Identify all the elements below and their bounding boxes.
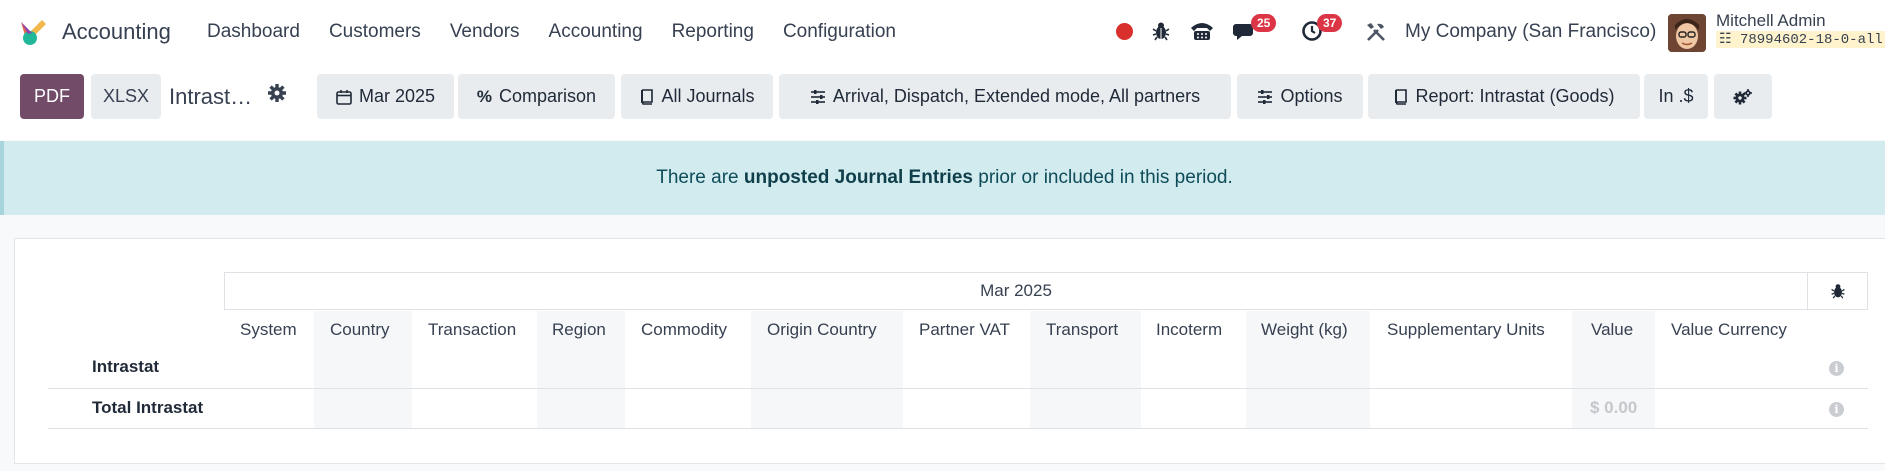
column-header-region[interactable]: Region [552,320,606,340]
menu-reporting[interactable]: Reporting [672,21,754,43]
date-filter-label: Mar 2025 [358,86,436,106]
tools-icon[interactable] [1365,21,1387,43]
report-variant-label: Report: Intrastat (Goods) [1415,86,1615,106]
messages-count-badge: 25 [1251,14,1277,32]
control-panel: PDF XLSX Intrast… Mar 2025 % Comparison … [0,64,1885,140]
company-switcher[interactable]: My Company (San Francisco) [1405,21,1656,43]
period-column-header: Mar 2025 [224,272,1808,310]
info-icon[interactable]: i [1829,402,1844,417]
activities-count-badge: 37 [1317,14,1343,32]
report-title: Intrast… [169,84,253,109]
user-name[interactable]: Mitchell Admin [1716,11,1826,31]
currency-button[interactable]: In .$ [1644,74,1708,119]
main-menu: Dashboard Customers Vendors Accounting R… [207,0,925,64]
journals-filter-label: All Journals [661,86,755,106]
row-label-intrastat[interactable]: Intrastat [92,357,159,377]
column-header-partner-vat[interactable]: Partner VAT [919,320,1010,340]
recording-indicator-icon[interactable] [1116,23,1133,40]
column-header-country[interactable]: Country [330,320,390,340]
report-variant-button[interactable]: Report: Intrastat (Goods) [1368,74,1640,119]
user-avatar[interactable] [1668,14,1706,52]
gear-icon[interactable] [267,83,287,103]
xlsx-button[interactable]: XLSX [91,74,161,119]
unposted-entries-link[interactable]: unposted Journal Entries [744,167,973,189]
book-icon [641,88,654,105]
column-header-value-currency[interactable]: Value Currency [1671,320,1787,340]
book-icon [1395,88,1408,105]
unposted-entries-alert: There are unposted Journal Entries prior… [0,141,1885,215]
total-value-cell: $ 0.00 [1590,398,1638,417]
percent-icon: % [476,86,493,106]
calendar-icon [336,89,352,105]
row-divider [48,428,1868,429]
column-header-commodity[interactable]: Commodity [641,320,727,340]
menu-configuration[interactable]: Configuration [783,21,896,43]
menu-accounting[interactable]: Accounting [549,21,643,43]
sliders-icon [810,89,825,104]
column-header-weight[interactable]: Weight (kg) [1261,320,1348,340]
debug-column-cell[interactable] [1808,272,1868,310]
column-header-incoterm[interactable]: Incoterm [1156,320,1222,340]
partner-filter-button[interactable]: Arrival, Dispatch, Extended mode, All pa… [779,74,1231,119]
options-button[interactable]: Options [1237,74,1363,119]
menu-customers[interactable]: Customers [329,21,421,43]
alert-prefix: There are [656,167,739,188]
top-navbar: Accounting Dashboard Customers Vendors A… [0,0,1885,64]
info-icon[interactable]: i [1829,361,1844,376]
journals-filter-button[interactable]: All Journals [621,74,773,119]
row-divider [48,388,1868,389]
database-icon: ☷ [1719,32,1732,48]
date-filter-button[interactable]: Mar 2025 [317,74,454,119]
sliders-icon [1258,89,1273,104]
phone-icon[interactable] [1189,20,1215,42]
app-name[interactable]: Accounting [62,19,171,45]
menu-vendors[interactable]: Vendors [450,21,520,43]
cogs-icon [1733,88,1752,104]
column-header-value[interactable]: Value [1591,320,1633,340]
options-label: Options [1280,86,1343,106]
database-name: ☷ 78994602-18-0-all [1716,31,1885,48]
menu-dashboard[interactable]: Dashboard [207,21,300,43]
column-header-origin-country[interactable]: Origin Country [767,320,877,340]
pdf-button[interactable]: PDF [20,74,84,119]
column-header-supplementary-units[interactable]: Supplementary Units [1387,320,1545,340]
partner-filter-label: Arrival, Dispatch, Extended mode, All pa… [832,86,1201,106]
database-name-text: 78994602-18-0-all [1739,32,1883,48]
column-header-transaction[interactable]: Transaction [428,320,516,340]
settings-button[interactable] [1714,74,1772,119]
column-header-system[interactable]: System [240,320,297,340]
user-avatar-icon [1668,14,1706,52]
debug-bug-icon[interactable] [1151,21,1171,41]
comparison-label: Comparison [499,86,597,106]
column-header-transport[interactable]: Transport [1046,320,1118,340]
accounting-app-icon[interactable] [18,17,48,47]
row-label-total-intrastat: Total Intrastat [92,398,204,417]
debug-bug-icon [1830,284,1845,299]
currency-label: In .$ [1658,86,1694,106]
comparison-button[interactable]: % Comparison [458,74,615,119]
alert-suffix: prior or included in this period. [978,167,1233,188]
